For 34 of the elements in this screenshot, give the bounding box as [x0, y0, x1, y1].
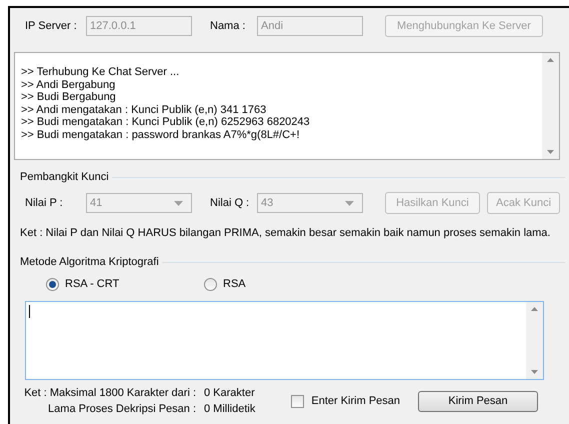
- chat-line: >> Andi mengatakan : Kunci Publik (e,n) 341 1763: [21, 104, 268, 116]
- info-value: 0 Karakter: [204, 386, 256, 401]
- field-label: Nilai P :: [25, 196, 64, 210]
- scroll-down-icon[interactable]: [531, 370, 538, 374]
- checkbox-label: Enter Kirim Pesan: [311, 394, 400, 408]
- info-value: 0 Millidetik: [204, 402, 256, 417]
- info-label: Lama Proses Dekripsi Pesan :: [47, 402, 196, 417]
- chat-line: >> Budi mengatakan : Kunci Publik (e,n) 6252963 6820243: [21, 116, 311, 129]
- field-label: IP Server :: [25, 20, 78, 32]
- info-label: Ket : Maksimal 1800 Karakter dari :: [23, 386, 196, 401]
- radio-label: RSA - CRT: [65, 278, 120, 291]
- message-input[interactable]: [25, 301, 544, 380]
- chat-line: >> Terhubung Ke Chat Server ...: [21, 66, 180, 79]
- scroll-up-icon[interactable]: [547, 58, 554, 62]
- scrollbar[interactable]: [542, 53, 559, 159]
- field-label: Nama :: [210, 20, 246, 32]
- group-title: Pembangkit Kunci: [20, 171, 109, 184]
- radio-button[interactable]: [204, 278, 217, 291]
- scroll-down-icon[interactable]: [547, 150, 554, 154]
- radio-label: RSA: [223, 278, 246, 291]
- field-label: Nilai Q :: [210, 196, 250, 210]
- chat-line: >> Budi mengatakan : password brankas A7%*g(8L#/C+!: [21, 128, 301, 142]
- scrollbar[interactable]: [526, 302, 543, 379]
- radio-button[interactable]: [46, 278, 59, 291]
- chat-line: >> Budi Bergabung: [21, 91, 117, 104]
- checkbox[interactable]: [291, 394, 304, 408]
- text-cursor: [29, 305, 30, 318]
- dropdown-arrow-icon: [345, 200, 354, 206]
- dropdown-arrow-icon: [174, 200, 183, 206]
- note-text: Ket : Nilai P dan Nilai Q HARUS bilangan PRIMA, semakin besar semakin baik namun proses semakin lama.: [19, 227, 552, 240]
- chat-line: >> Andi Bergabung: [21, 78, 116, 92]
- scroll-up-icon[interactable]: [531, 307, 538, 311]
- send-button[interactable]: Kirim Pesan: [418, 390, 538, 412]
- group-title: Metode Algoritma Kriptografi: [20, 256, 159, 269]
